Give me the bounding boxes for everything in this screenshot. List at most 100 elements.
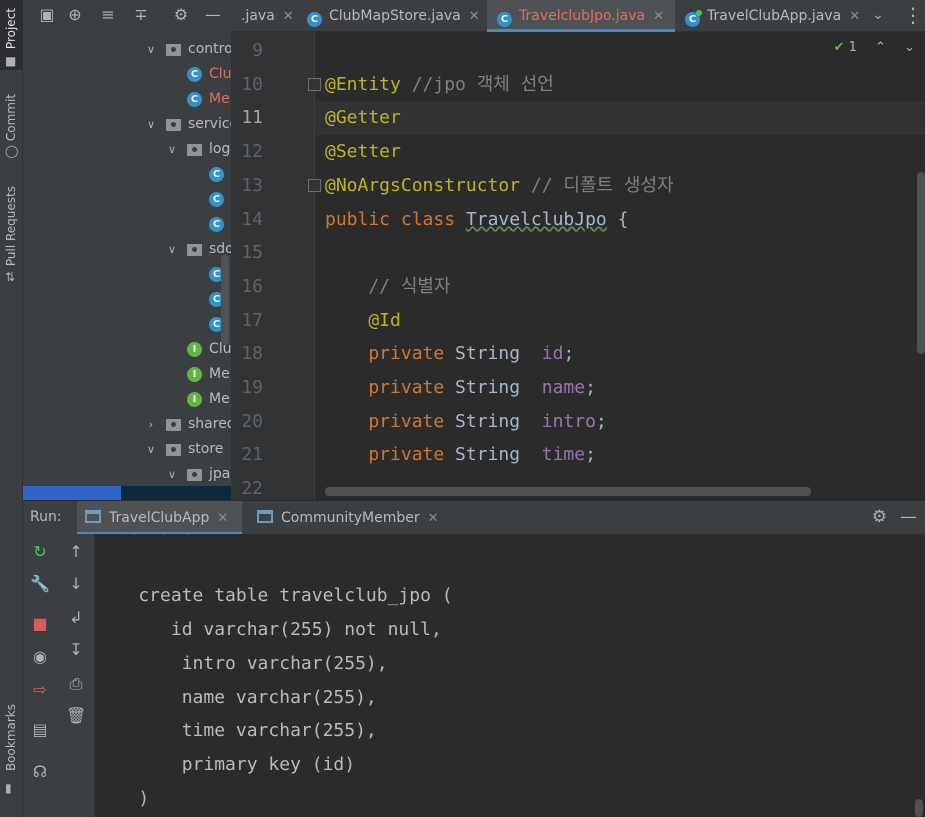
editor-tab-1[interactable]: C ClubMapStore.java ✕ bbox=[299, 0, 487, 32]
code-editor[interactable]: 9 10 11 12 13 14 15 16 17 18 19 20 21 22 @Entity //jp… bbox=[231, 32, 925, 500]
close-icon[interactable]: ✕ bbox=[283, 9, 294, 24]
code-line[interactable]: private String id; bbox=[325, 337, 574, 371]
pin-icon[interactable]: ☊ bbox=[30, 762, 50, 782]
locate-icon[interactable]: ⊕ bbox=[65, 5, 85, 25]
code-line[interactable]: @NoArgsConstructor // 디폴트 생성자 bbox=[325, 169, 674, 203]
project-scrollbar[interactable] bbox=[221, 255, 229, 345]
tree-item[interactable]: C bbox=[23, 212, 231, 237]
line-number: 12 bbox=[241, 141, 263, 163]
code-token-kw: private bbox=[325, 343, 456, 365]
run-console[interactable]: Hibernate: create table travelclub_jpo (… bbox=[95, 534, 925, 817]
arrow-up-icon[interactable]: ↑ bbox=[66, 542, 86, 562]
tree-item[interactable]: C bbox=[23, 262, 231, 287]
code-line[interactable]: private String intro; bbox=[325, 405, 606, 439]
select-opened-file-icon[interactable]: ▣ bbox=[37, 5, 57, 25]
print-icon[interactable]: ⎙ bbox=[66, 674, 86, 694]
code-line[interactable]: @Entity //jpo 객체 선언 bbox=[325, 68, 554, 102]
tree-item[interactable]: ∨ store bbox=[23, 437, 231, 462]
layout-icon[interactable]: ▤ bbox=[30, 720, 50, 740]
close-icon[interactable]: ✕ bbox=[469, 9, 480, 24]
tree-item-label: Me bbox=[209, 366, 230, 382]
commit-tool-tab[interactable]: Commit ◯ bbox=[0, 88, 23, 158]
code-line[interactable]: // 식별자 bbox=[325, 270, 450, 304]
commit-tool-label: Commit bbox=[4, 94, 18, 142]
code-line[interactable]: public class TravelclubJpo { bbox=[325, 203, 628, 237]
rerun-icon[interactable]: ↻ bbox=[30, 542, 50, 562]
tree-item[interactable]: I Me bbox=[23, 362, 231, 387]
bookmarks-tool-tab[interactable]: Bookmarks ▮ bbox=[0, 704, 23, 799]
tree-item[interactable]: ∨ sdo bbox=[23, 237, 231, 262]
expand-all-icon[interactable]: ≡ bbox=[98, 5, 118, 25]
console-line: time varchar(255), bbox=[95, 720, 377, 742]
exit-icon[interactable]: ⇨ bbox=[30, 680, 50, 700]
fold-marker-icon[interactable] bbox=[308, 178, 321, 192]
close-icon[interactable]: ✕ bbox=[653, 9, 664, 24]
editor-horizontal-scrollbar[interactable] bbox=[325, 487, 811, 496]
run-tab-travelclubapp[interactable]: TravelClubApp ✕ bbox=[77, 501, 242, 535]
project-tool-label: Project bbox=[4, 8, 18, 50]
console-scrollbar[interactable] bbox=[915, 799, 923, 817]
tree-item[interactable]: ∨ jpa bbox=[23, 462, 231, 487]
editor-tab-active[interactable]: C TravelclubJpo.java ✕ bbox=[487, 0, 675, 32]
tree-item[interactable]: C bbox=[23, 162, 231, 187]
class-icon: C bbox=[209, 167, 224, 182]
chevron-down-icon[interactable]: ⌄ bbox=[868, 5, 888, 25]
scroll-to-end-icon[interactable]: ↧ bbox=[66, 640, 86, 660]
editor-tab-0[interactable]: .java ✕ bbox=[231, 0, 299, 32]
tree-item[interactable]: I Me bbox=[23, 387, 231, 412]
tree-item[interactable]: C bbox=[23, 187, 231, 212]
tree-item[interactable]: C Clu bbox=[23, 62, 231, 87]
run-tab-label: TravelClubApp bbox=[109, 510, 210, 526]
code-line[interactable]: @Getter bbox=[325, 101, 401, 135]
hide-icon[interactable]: — bbox=[203, 5, 223, 25]
tree-item[interactable]: C bbox=[23, 287, 231, 312]
code-line[interactable]: @Id bbox=[325, 304, 401, 338]
soft-wrap-icon[interactable]: ↲ bbox=[66, 608, 86, 628]
chevron-down-icon[interactable]: ∨ bbox=[145, 37, 157, 62]
code-line[interactable]: private String time; bbox=[325, 438, 596, 472]
chevron-down-icon[interactable]: ∨ bbox=[145, 112, 157, 137]
gear-icon[interactable]: ⚙ bbox=[872, 507, 887, 527]
tree-item[interactable]: ∨ log bbox=[23, 137, 231, 162]
chevron-right-icon[interactable]: › bbox=[145, 412, 157, 437]
chevron-down-icon[interactable]: ∨ bbox=[145, 437, 157, 462]
console-line: intro varchar(255), bbox=[95, 652, 388, 674]
close-icon[interactable]: ✕ bbox=[428, 511, 439, 526]
inspection-widget[interactable]: ✔ 1 ⌃ ⌄ bbox=[834, 40, 915, 55]
fold-marker-icon[interactable] bbox=[308, 77, 321, 91]
arrow-down-icon[interactable]: ↓ bbox=[66, 574, 86, 594]
chevron-down-icon[interactable]: ∨ bbox=[166, 462, 178, 487]
tree-item[interactable]: C Me bbox=[23, 87, 231, 112]
stop-icon[interactable]: ■ bbox=[30, 614, 50, 634]
code-token-name: TravelclubJpo bbox=[465, 208, 607, 230]
tree-item[interactable]: ∨ service bbox=[23, 112, 231, 137]
code-line[interactable]: @Setter bbox=[325, 135, 401, 169]
tree-item[interactable]: C bbox=[23, 312, 231, 337]
close-icon[interactable]: ✕ bbox=[849, 9, 860, 24]
pull-requests-tool-tab[interactable]: Pull Requests ⇅ bbox=[0, 182, 23, 290]
camera-icon[interactable]: ◉ bbox=[30, 647, 50, 667]
project-tool-tab[interactable]: Project ■ bbox=[0, 0, 23, 70]
tree-item[interactable]: I Clu bbox=[23, 337, 231, 362]
editor-vertical-scrollbar[interactable] bbox=[917, 172, 925, 354]
hide-icon[interactable]: — bbox=[900, 507, 917, 527]
run-tab-communitymember[interactable]: CommunityMember ✕ bbox=[249, 501, 439, 535]
code-token-ann: @Setter bbox=[325, 141, 401, 163]
tree-item[interactable]: ∨ contro bbox=[23, 37, 231, 62]
chevron-up-icon[interactable]: ⌃ bbox=[875, 40, 886, 55]
selected-tree-row[interactable] bbox=[23, 486, 231, 500]
code-line[interactable]: private String name; bbox=[325, 371, 596, 405]
chevron-down-icon[interactable]: ∨ bbox=[166, 137, 178, 162]
trash-icon[interactable]: 🗑 bbox=[66, 706, 86, 726]
chevron-down-icon[interactable]: ⌄ bbox=[904, 40, 915, 55]
gear-icon[interactable]: ⚙ bbox=[171, 5, 191, 25]
wrench-icon[interactable]: 🔧 bbox=[30, 574, 50, 594]
editor-tab-3[interactable]: C TravelClubApp.java ✕ bbox=[675, 0, 865, 32]
more-options-icon[interactable]: ⋮ bbox=[903, 5, 923, 25]
close-icon[interactable]: ✕ bbox=[217, 511, 228, 526]
chevron-down-icon[interactable]: ∨ bbox=[166, 237, 178, 262]
tree-item[interactable]: › shared bbox=[23, 412, 231, 437]
collapse-all-icon[interactable]: ∓ bbox=[131, 5, 151, 25]
console-icon bbox=[85, 510, 101, 523]
tree-item-label: jpa bbox=[209, 466, 231, 482]
